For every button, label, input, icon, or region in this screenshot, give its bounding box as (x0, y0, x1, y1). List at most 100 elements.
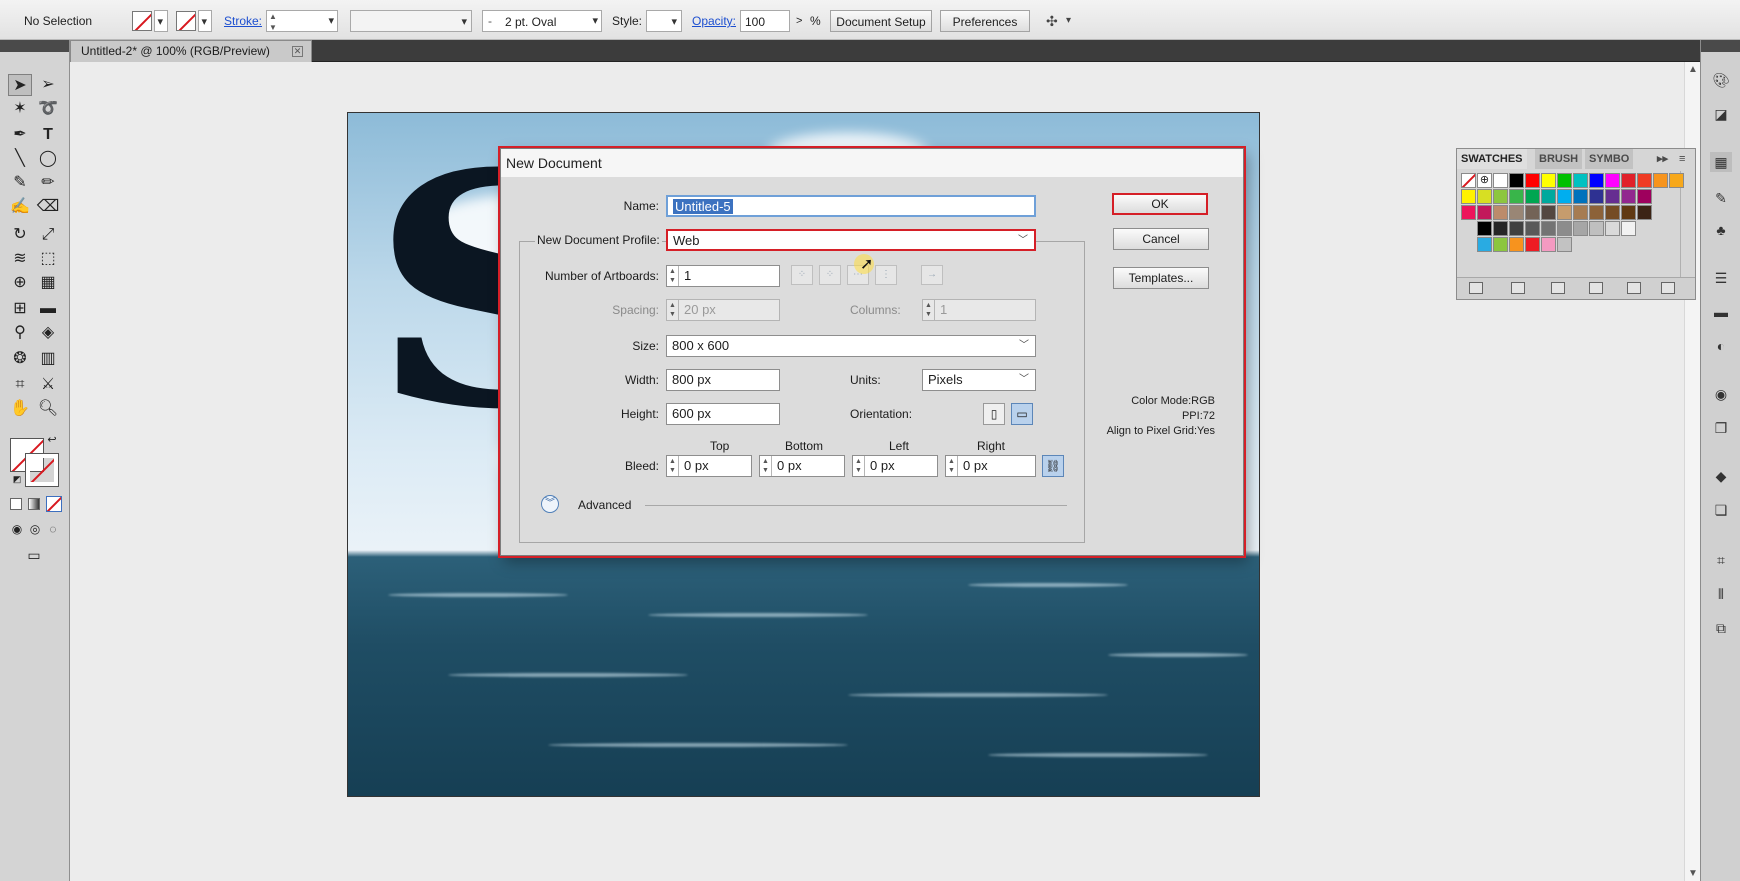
bleed-left-field[interactable]: ▲ ▼ 0 px (852, 455, 938, 477)
appearance-panel-icon[interactable]: ◉ (1710, 384, 1732, 404)
pencil-tool-icon[interactable]: ✏ (36, 172, 60, 194)
close-icon[interactable]: ✕ (292, 46, 303, 57)
default-fill-stroke-icon[interactable]: ◩ (10, 472, 24, 486)
stepper-icon[interactable]: ▲ ▼ (760, 456, 772, 476)
color-swatch[interactable] (1509, 205, 1524, 220)
color-swatch[interactable] (1541, 221, 1556, 236)
panel-grip[interactable] (1701, 40, 1740, 52)
transform-panel-icon[interactable]: ⌗ (1710, 550, 1732, 570)
swap-fill-stroke-icon[interactable]: ↩ (44, 432, 60, 448)
color-swatch[interactable] (1461, 205, 1476, 220)
color-swatch[interactable] (1557, 237, 1572, 252)
color-swatch[interactable] (1589, 173, 1604, 188)
paintbrush-tool-icon[interactable]: ✎ (8, 172, 32, 194)
color-swatch[interactable] (1541, 189, 1556, 204)
color-swatch[interactable] (1621, 189, 1636, 204)
color-swatch[interactable] (1541, 237, 1556, 252)
selection-tool-icon[interactable]: ➤ (8, 74, 32, 96)
profile-dropdown[interactable]: Web ﹀ (666, 229, 1036, 251)
gradient-mode-icon[interactable] (28, 498, 40, 510)
opacity-field[interactable]: 100 (740, 10, 790, 32)
color-swatch[interactable] (1525, 221, 1540, 236)
arrange-by-column-icon[interactable]: ⋮ (875, 265, 897, 285)
width-field[interactable]: 800 px (666, 369, 780, 391)
color-swatch[interactable] (1669, 173, 1684, 188)
panel-grip[interactable] (0, 40, 69, 52)
color-swatch[interactable] (1621, 173, 1636, 188)
hand-tool-icon[interactable]: ✋ (8, 398, 32, 420)
color-swatch[interactable] (1605, 221, 1620, 236)
color-swatch[interactable] (1493, 237, 1508, 252)
columns-field[interactable]: ▲ ▼ 1 (922, 299, 1036, 321)
color-swatch[interactable] (1509, 189, 1524, 204)
color-swatch[interactable] (1605, 173, 1620, 188)
scroll-up-icon[interactable]: ▲ (1688, 64, 1698, 75)
opacity-label[interactable]: Opacity: (692, 10, 736, 32)
color-swatch[interactable] (1477, 205, 1492, 220)
color-swatch[interactable] (1589, 221, 1604, 236)
align-panel-icon[interactable]: ⫴ (1710, 584, 1732, 604)
perspective-grid-tool-icon[interactable]: ▦ (36, 272, 60, 294)
stepper-icon[interactable]: ▲ ▼ (667, 266, 679, 286)
tab-brushes[interactable]: BRUSH (1535, 149, 1583, 169)
bleed-top-field[interactable]: ▲ ▼ 0 px (666, 455, 752, 477)
color-swatch[interactable] (1477, 189, 1492, 204)
name-field[interactable]: Untitled-5 (666, 195, 1036, 217)
none-mode-icon[interactable] (46, 496, 62, 512)
screen-mode-icon[interactable]: ▭ (22, 544, 46, 566)
color-swatch[interactable] (1573, 221, 1588, 236)
color-swatch[interactable] (1525, 205, 1540, 220)
color-mode-icon[interactable] (10, 498, 22, 510)
symbol-sprayer-tool-icon[interactable]: ❂ (8, 348, 32, 370)
rotate-tool-icon[interactable]: ↻ (8, 224, 32, 246)
dialog-title[interactable]: New Document (501, 149, 1243, 177)
color-swatch[interactable] (1509, 173, 1524, 188)
eyedropper-tool-icon[interactable]: ⚲ (8, 322, 32, 344)
bleed-right-field[interactable]: ▲ ▼ 0 px (945, 455, 1036, 477)
document-setup-button[interactable]: Document Setup (830, 10, 932, 32)
tab-symbols[interactable]: SYMBO (1585, 149, 1634, 169)
units-dropdown[interactable]: Pixels ﹀ (922, 369, 1036, 391)
brush-dropdown[interactable] (588, 10, 602, 32)
slice-tool-icon[interactable]: ⚔ (36, 374, 60, 396)
tab-swatches[interactable]: SWATCHES (1457, 149, 1527, 169)
color-swatch[interactable] (1621, 221, 1636, 236)
type-tool-icon[interactable]: T (36, 124, 60, 146)
direct-selection-tool-icon[interactable]: ➢ (36, 74, 60, 96)
stepper-icon[interactable]: ▲ ▼ (667, 300, 679, 320)
color-swatch[interactable] (1477, 221, 1492, 236)
color-swatch[interactable] (1621, 205, 1636, 220)
none-swatch[interactable] (1461, 173, 1476, 188)
preferences-button[interactable]: Preferences (940, 10, 1030, 32)
swatch-options-icon[interactable] (1551, 282, 1565, 294)
stroke-color-box[interactable] (25, 453, 59, 487)
transparency-panel-icon[interactable]: ◐ (1710, 336, 1732, 356)
templates-button[interactable]: Templates... (1113, 267, 1209, 289)
registration-swatch[interactable]: ⊕ (1477, 173, 1492, 188)
draw-behind-icon[interactable]: ◎ (26, 518, 44, 540)
gradient-panel-icon[interactable]: ▬ (1710, 302, 1732, 322)
cancel-button[interactable]: Cancel (1113, 228, 1209, 250)
color-swatch[interactable] (1509, 237, 1524, 252)
advanced-label[interactable]: Advanced (578, 498, 631, 512)
ok-button[interactable]: OK (1112, 193, 1208, 215)
color-swatch[interactable] (1493, 189, 1508, 204)
swatch-libraries-icon[interactable] (1469, 282, 1483, 294)
scroll-down-icon[interactable]: ▼ (1688, 868, 1698, 879)
color-swatch[interactable] (1605, 205, 1620, 220)
artboards-panel-icon[interactable]: ❏ (1710, 500, 1732, 520)
color-swatch[interactable] (1493, 205, 1508, 220)
height-field[interactable]: 600 px (666, 403, 780, 425)
grid-by-row-icon[interactable]: ⁘ (791, 265, 813, 285)
style-dropdown[interactable] (646, 10, 682, 33)
stroke-dropdown[interactable] (198, 10, 212, 33)
brushes-panel-icon[interactable]: ✎ (1710, 188, 1732, 208)
pen-tool-icon[interactable]: ✒ (8, 124, 32, 146)
stepper-icon[interactable]: ▲ ▼ (853, 456, 865, 476)
color-swatch[interactable] (1573, 173, 1588, 188)
blend-tool-icon[interactable]: ◈ (36, 322, 60, 344)
lasso-tool-icon[interactable]: ➰ (36, 98, 60, 120)
stepper-icon[interactable]: ▲ ▼ (667, 456, 679, 476)
stroke-panel-icon[interactable]: ☰ (1710, 268, 1732, 288)
ellipse-tool-icon[interactable]: ◯ (36, 148, 60, 170)
